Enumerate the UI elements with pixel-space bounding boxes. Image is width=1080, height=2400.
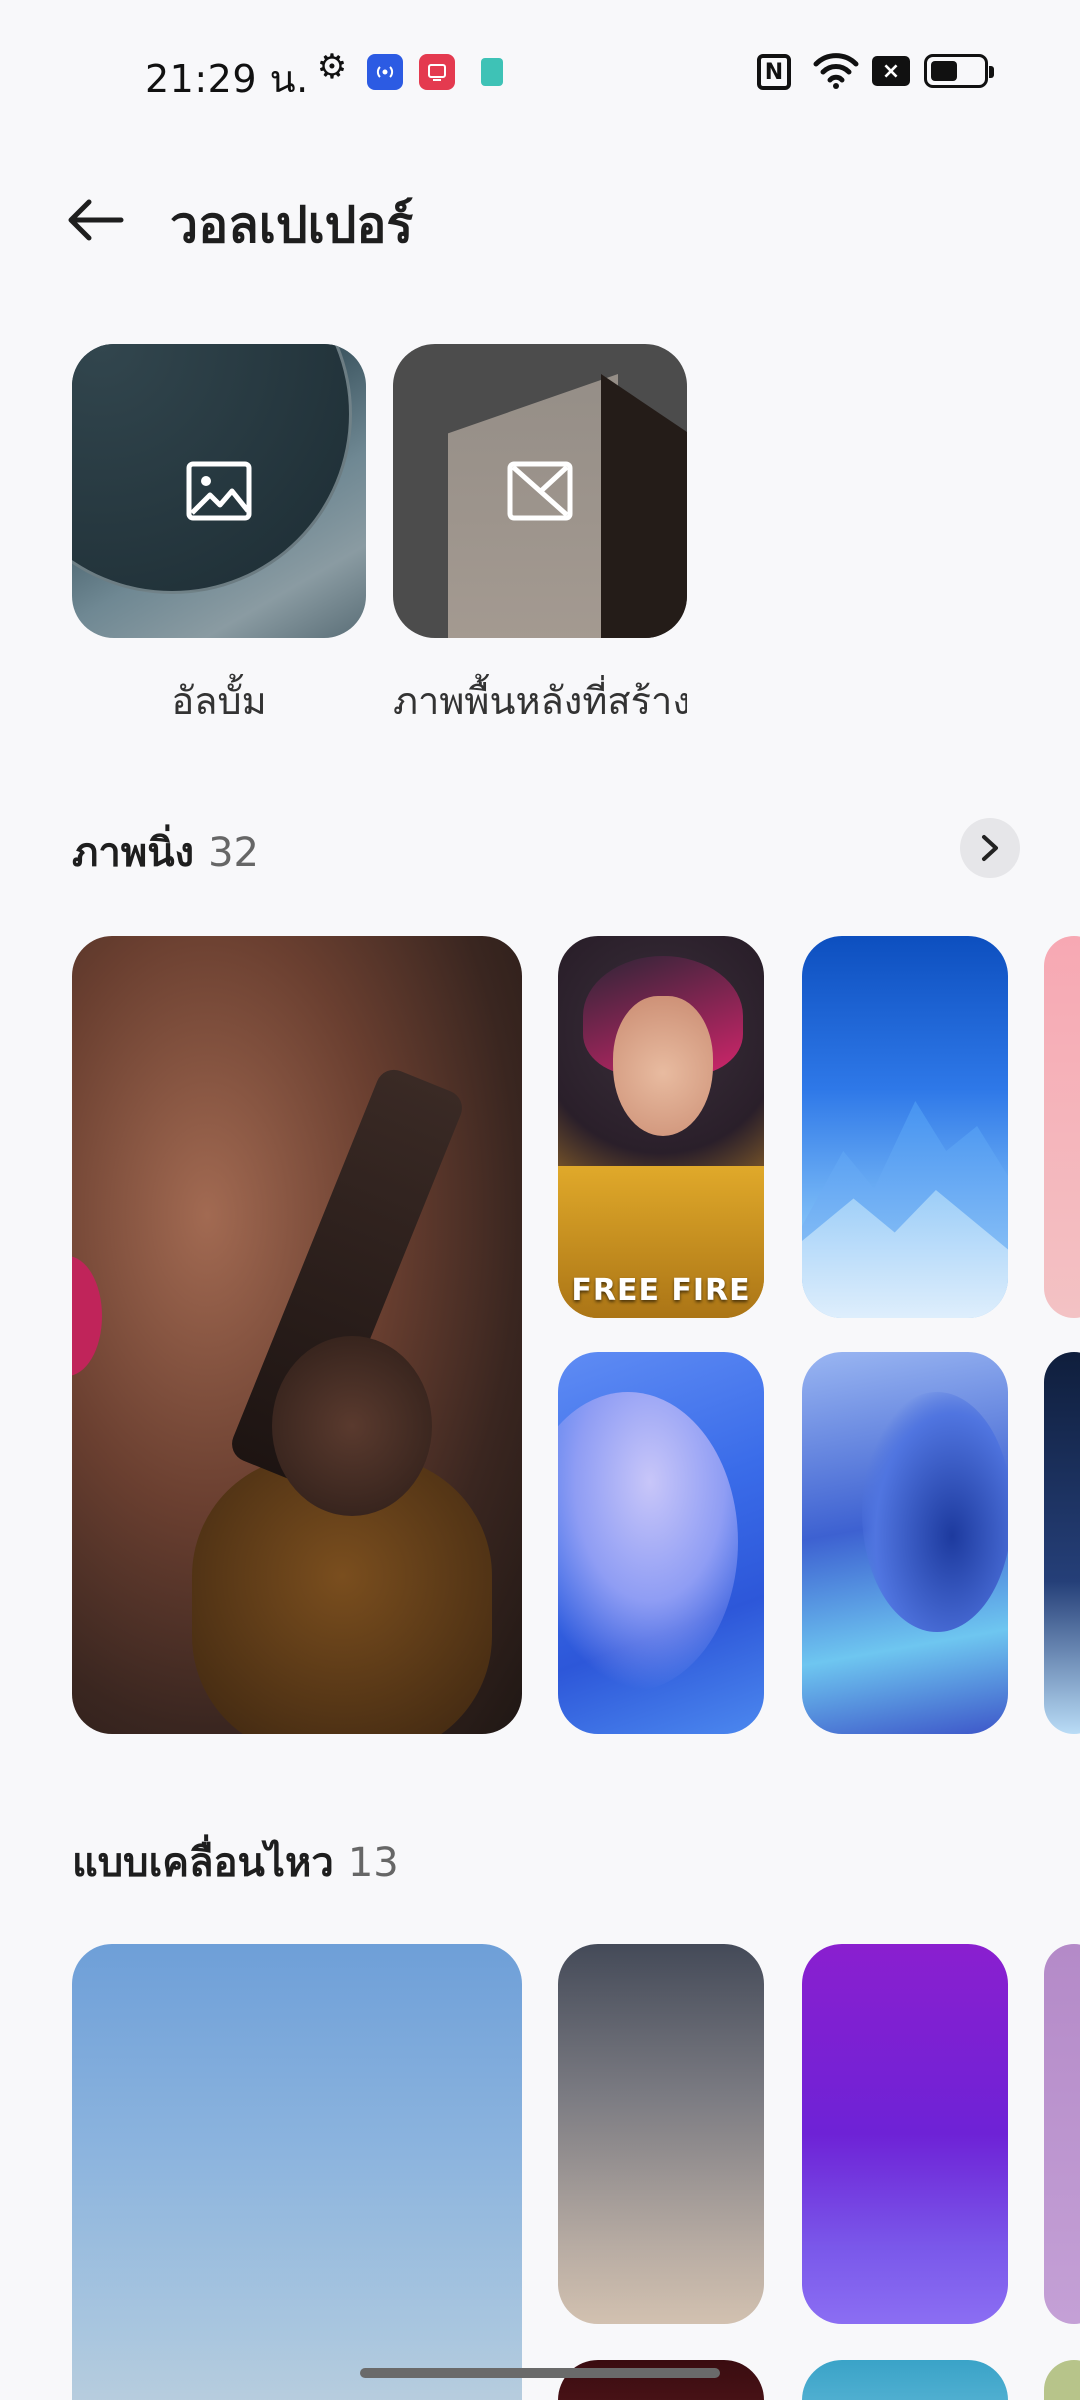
free-fire-logo: FREE FIRE [571, 1273, 751, 1308]
home-indicator[interactable] [360, 2368, 720, 2378]
wallpaper-thumb-live-2[interactable] [558, 1944, 764, 2324]
custom-wallpaper-card[interactable] [393, 344, 687, 638]
static-section-count: 32 [208, 830, 259, 876]
custom-wallpaper-label: ภาพพื้นหลังที่สร้างเอง [393, 679, 687, 723]
no-sim-icon: × [872, 56, 910, 86]
status-time: 21:29 น. [145, 57, 309, 101]
battery-icon [924, 54, 994, 88]
wallpaper-thumb-static-6[interactable] [802, 1352, 1008, 1734]
wallpaper-screen: 21:29 น. ⚙ N × วอลเปเปอร์ อัลบั้ม ภาพพื้… [0, 0, 1080, 2400]
status-bar: 21:29 น. ⚙ N × [0, 40, 1080, 104]
wallpaper-thumb-live-6[interactable] [802, 2360, 1008, 2400]
wallpaper-thumb-static-5[interactable] [558, 1352, 764, 1734]
wallpaper-thumb-static-7[interactable] [1044, 1352, 1080, 1734]
wallpaper-thumb-live-7[interactable] [1044, 2360, 1080, 2400]
chevron-right-icon [982, 835, 998, 861]
custom-image-icon [507, 461, 573, 521]
wallpaper-thumb-static-1[interactable] [72, 936, 522, 1734]
screen-record-icon [419, 54, 455, 90]
arrow-left-icon [68, 199, 124, 241]
hotspot-icon [367, 54, 403, 90]
live-section-title: แบบเคลื่อนไหว [72, 1840, 334, 1886]
wallpaper-thumb-static-2[interactable]: FREE FIRE [558, 936, 764, 1318]
static-section-heading: ภาพนิ่ง 32 [72, 820, 259, 884]
wifi-icon [812, 50, 860, 94]
static-more-button[interactable] [960, 818, 1020, 878]
app-header: วอลเปเปอร์ [0, 176, 1080, 266]
live-section-count: 13 [347, 1840, 399, 1886]
wallpaper-thumb-live-1[interactable] [72, 1944, 522, 2400]
wallpaper-thumb-live-4[interactable] [1044, 1944, 1080, 2324]
static-section-title: ภาพนิ่ง [72, 830, 195, 876]
nfc-icon: N [757, 54, 791, 90]
wallpaper-thumb-static-4[interactable] [1044, 936, 1080, 1318]
gear-icon: ⚙ [316, 47, 348, 87]
app-icon [474, 54, 510, 90]
wallpaper-thumb-live-3[interactable] [802, 1944, 1008, 2324]
album-label: อัลบั้ม [171, 679, 267, 723]
wallpaper-thumb-static-3[interactable] [802, 936, 1008, 1318]
image-icon [186, 461, 252, 521]
back-button[interactable] [60, 188, 130, 252]
live-section-heading: แบบเคลื่อนไหว 13 [72, 1830, 399, 1894]
wallpaper-thumb-live-5[interactable] [558, 2360, 764, 2400]
album-card[interactable] [72, 344, 366, 638]
page-title: วอลเปเปอร์ [170, 196, 414, 254]
